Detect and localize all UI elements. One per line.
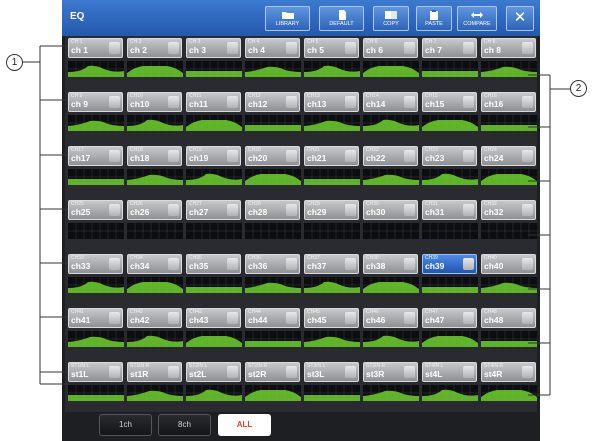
callout-brackets	[22, 45, 570, 396]
callout-2: 2	[570, 80, 587, 97]
